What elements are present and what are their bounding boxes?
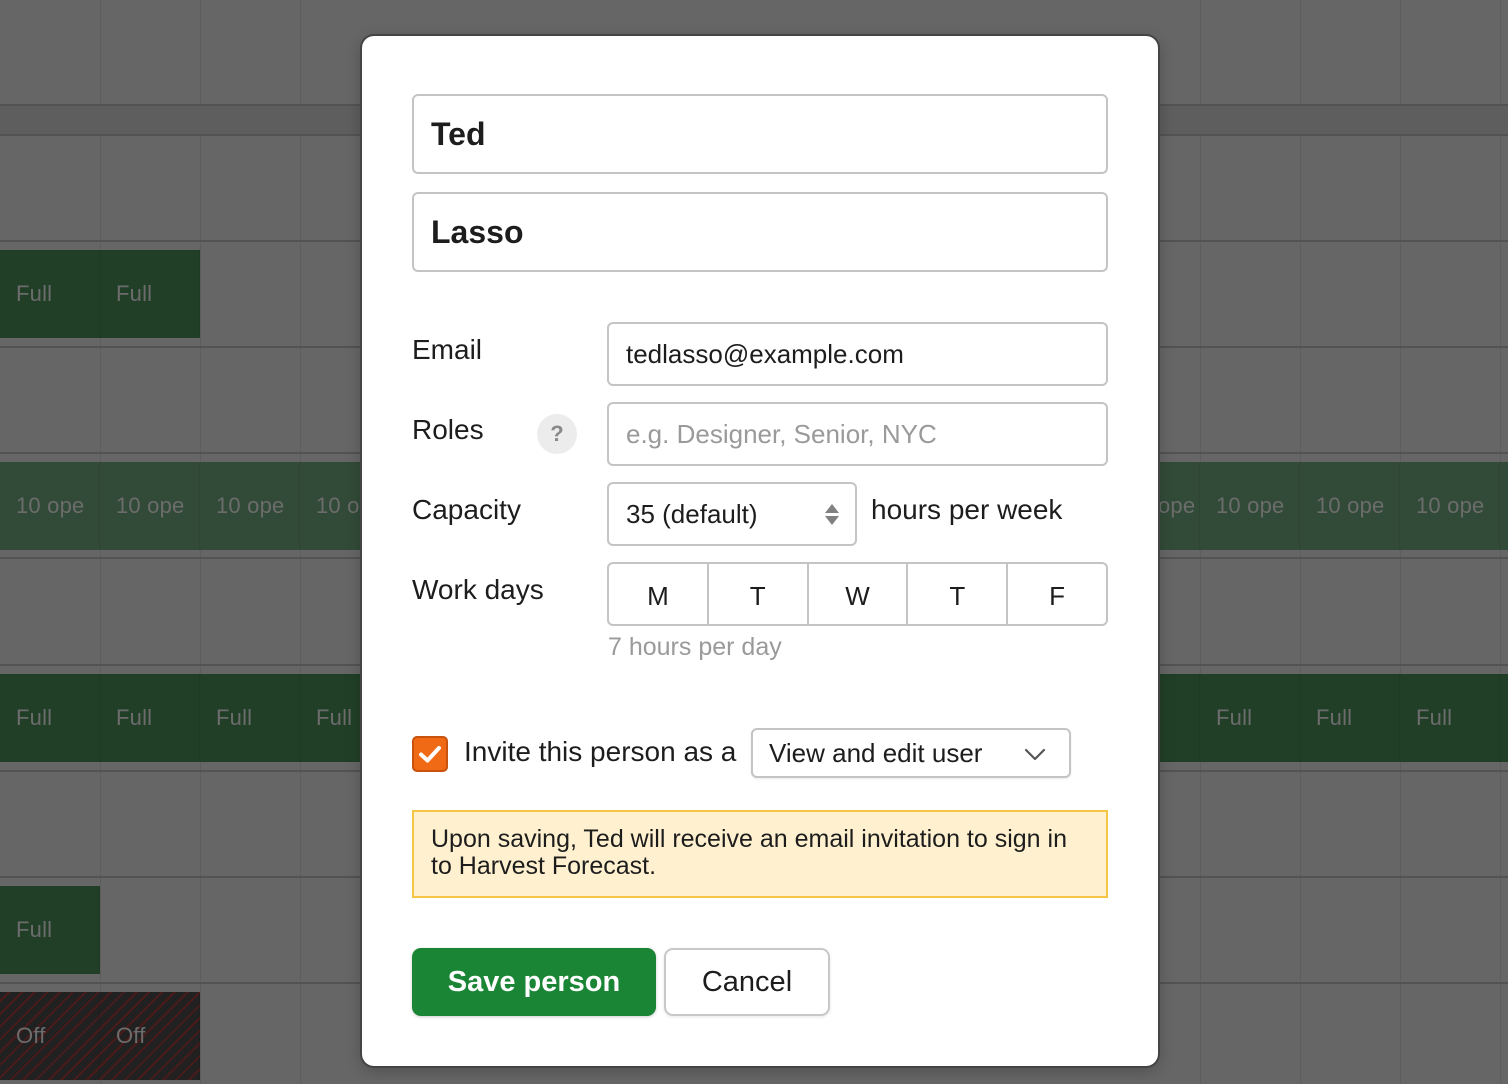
last-name-value: Lasso xyxy=(431,213,524,250)
assignment-label: 10 ope xyxy=(0,462,100,550)
new-person-dialog: Ted Lasso Email tedlasso@example.com Rol… xyxy=(362,36,1158,1066)
invite-label: Invite this person as a xyxy=(464,736,737,767)
workdays-toggle-group: M T W T F xyxy=(607,562,1108,626)
email-value: tedlasso@example.com xyxy=(626,338,904,369)
assignment-label: 10 ope xyxy=(300,462,362,550)
first-name-input[interactable]: Ted xyxy=(412,94,1108,174)
time-off-bar[interactable]: Off Off xyxy=(0,992,200,1080)
assignment-bar-full[interactable]: Full Full Full Full xyxy=(0,674,362,762)
time-off-label: Off xyxy=(100,992,200,1080)
invite-role-value: View and edit user xyxy=(769,737,983,768)
select-stepper-icon xyxy=(825,504,839,526)
workday-tuesday[interactable]: T xyxy=(709,564,809,624)
email-label: Email xyxy=(412,334,483,365)
workday-wednesday[interactable]: W xyxy=(809,564,909,624)
invite-checkbox[interactable] xyxy=(412,736,448,772)
assignment-bar-full[interactable]: Full Full xyxy=(0,250,200,338)
workday-thursday[interactable]: T xyxy=(908,564,1009,624)
checkmark-icon xyxy=(419,746,441,763)
assignment-label: ope xyxy=(1158,462,1200,550)
hours-per-day-hint: 7 hours per day xyxy=(608,633,782,661)
assignment-label: Full xyxy=(200,674,300,762)
assignment-label xyxy=(1158,674,1200,762)
workdays-label: Work days xyxy=(412,574,544,605)
assignment-label: 10 ope xyxy=(1300,462,1400,550)
capacity-label: Capacity xyxy=(412,494,521,525)
workday-friday[interactable]: F xyxy=(1008,564,1106,624)
assignment-label: Full xyxy=(0,886,100,974)
assignment-label: Full xyxy=(300,674,362,762)
assignment-label: 10 ope xyxy=(1400,462,1500,550)
capacity-select[interactable]: 35 (default) xyxy=(607,482,857,546)
invitation-notice: Upon saving, Ted will receive an email i… xyxy=(412,810,1108,898)
workday-monday[interactable]: M xyxy=(609,564,709,624)
email-field[interactable]: tedlasso@example.com xyxy=(607,322,1108,386)
assignment-label: Full xyxy=(100,674,200,762)
invite-role-select[interactable]: View and edit user xyxy=(751,728,1071,778)
roles-placeholder: e.g. Designer, Senior, NYC xyxy=(626,418,937,449)
assignment-label: Full xyxy=(1300,674,1400,762)
assignment-bar-open[interactable]: ope 10 ope 10 ope 10 ope xyxy=(1158,462,1508,550)
first-name-value: Ted xyxy=(431,115,486,152)
assignment-label: Full xyxy=(1200,674,1300,762)
cancel-button[interactable]: Cancel xyxy=(664,948,830,1016)
assignment-label: Full xyxy=(100,250,200,338)
assignment-bar-full[interactable]: Full xyxy=(0,886,100,974)
assignment-label: Full xyxy=(0,674,100,762)
assignment-bar-full[interactable]: Full Full Full xyxy=(1158,674,1508,762)
assignment-bar-open[interactable]: 10 ope 10 ope 10 ope 10 ope xyxy=(0,462,362,550)
help-icon[interactable]: ? xyxy=(537,414,577,454)
chevron-down-icon xyxy=(1024,748,1046,761)
roles-label: Roles xyxy=(412,414,484,445)
capacity-value: 35 (default) xyxy=(626,498,758,529)
time-off-label: Off xyxy=(0,992,100,1080)
assignment-label: Full xyxy=(0,250,100,338)
capacity-unit: hours per week xyxy=(871,494,1063,525)
save-person-button[interactable]: Save person xyxy=(412,948,656,1016)
assignment-label: 10 ope xyxy=(200,462,300,550)
assignment-label: 10 ope xyxy=(100,462,200,550)
assignment-label: 10 ope xyxy=(1200,462,1300,550)
assignment-label: Full xyxy=(1400,674,1500,762)
last-name-input[interactable]: Lasso xyxy=(412,192,1108,272)
roles-input[interactable]: e.g. Designer, Senior, NYC xyxy=(607,402,1108,466)
